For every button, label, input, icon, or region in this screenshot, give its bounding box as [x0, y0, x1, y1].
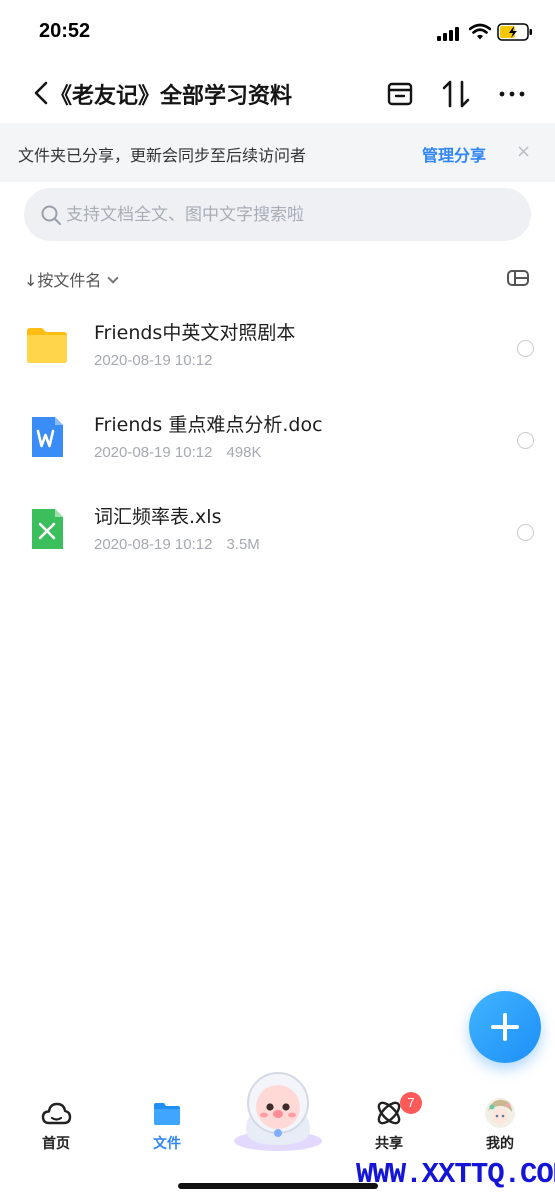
archive-icon[interactable] — [385, 79, 415, 109]
tab-me-label: 我的 — [486, 1136, 514, 1152]
status-time: 20:52 — [39, 20, 91, 42]
chevron-down-icon — [107, 272, 120, 284]
file-size: 498K — [226, 444, 262, 461]
excel-xls-icon — [32, 509, 63, 549]
search-icon — [41, 205, 61, 225]
search-bar[interactable] — [24, 188, 531, 241]
file-date: 2020-08-19 10:12 — [94, 352, 213, 369]
select-radio[interactable] — [517, 340, 534, 357]
wifi-icon — [469, 23, 491, 40]
more-dots-icon[interactable] — [497, 79, 527, 109]
status-bar: 20:52 — [0, 0, 555, 64]
sort-arrows-icon[interactable] — [440, 78, 472, 110]
share-notice-text: 文件夹已分享，更新会同步至后续访问者 — [18, 146, 307, 165]
page-title: 《老友记》全部学习资料 — [50, 84, 293, 109]
file-size: 3.5M — [226, 536, 260, 553]
file-name: 词汇频率表.xls — [94, 506, 222, 528]
notification-badge: 7 — [400, 1092, 422, 1114]
battery-charging-icon — [497, 23, 532, 41]
file-meta: 2020-08-19 10:12 3.5M — [94, 536, 260, 553]
title-bar: 《老友记》全部学习资料 — [0, 64, 555, 122]
select-radio[interactable] — [517, 432, 534, 449]
list-item[interactable]: Friends 重点难点分析.doc 2020-08-19 10:12 498K — [0, 394, 555, 486]
tab-share[interactable]: 共享 — [334, 1085, 444, 1165]
tab-files[interactable]: 文件 — [112, 1085, 222, 1165]
tab-home[interactable]: 首页 — [1, 1085, 111, 1165]
file-meta: 2020-08-19 10:12 — [94, 352, 212, 369]
tab-home-label: 首页 — [42, 1136, 70, 1152]
file-date: 2020-08-19 10:12 — [94, 444, 213, 461]
tab-files-label: 文件 — [153, 1136, 181, 1152]
select-radio[interactable] — [517, 524, 534, 541]
view-mode-icon[interactable] — [506, 267, 530, 289]
home-indicator — [178, 1183, 378, 1189]
sort-row: ↓按文件名 — [0, 258, 555, 296]
folder-icon — [154, 1103, 180, 1125]
avatar-icon — [485, 1098, 515, 1128]
tab-share-label: 共享 — [375, 1136, 403, 1152]
watermark-text: WWW.XXTTQ.COM — [356, 1158, 555, 1191]
list-item[interactable]: 词汇频率表.xls 2020-08-19 10:12 3.5M — [0, 486, 555, 578]
file-name: Friends中英文对照剧本 — [94, 322, 296, 344]
word-doc-icon — [32, 417, 63, 457]
plus-icon-vertical — [503, 1013, 507, 1041]
folder-icon — [27, 328, 67, 363]
search-input[interactable] — [66, 188, 506, 241]
tab-me[interactable]: 我的 — [445, 1085, 555, 1165]
file-name: Friends 重点难点分析.doc — [94, 414, 323, 436]
mascot-astronaut-icon[interactable] — [228, 1067, 328, 1151]
file-meta: 2020-08-19 10:12 498K — [94, 444, 261, 461]
share-notice-banner: 文件夹已分享，更新会同步至后续访问者 管理分享 × — [0, 123, 555, 182]
back-chevron-icon[interactable] — [30, 78, 52, 108]
sort-by-name-dropdown[interactable]: ↓按文件名 — [24, 267, 120, 291]
manage-share-link[interactable]: 管理分享 — [422, 142, 486, 166]
signal-icon — [437, 27, 461, 41]
add-button[interactable] — [469, 991, 541, 1063]
close-notice-button[interactable]: × — [516, 141, 531, 162]
cloud-home-icon — [41, 1102, 72, 1125]
file-date: 2020-08-19 10:12 — [94, 536, 213, 553]
list-item[interactable]: Friends中英文对照剧本 2020-08-19 10:12 — [0, 302, 555, 394]
sort-label: ↓按文件名 — [24, 271, 102, 290]
